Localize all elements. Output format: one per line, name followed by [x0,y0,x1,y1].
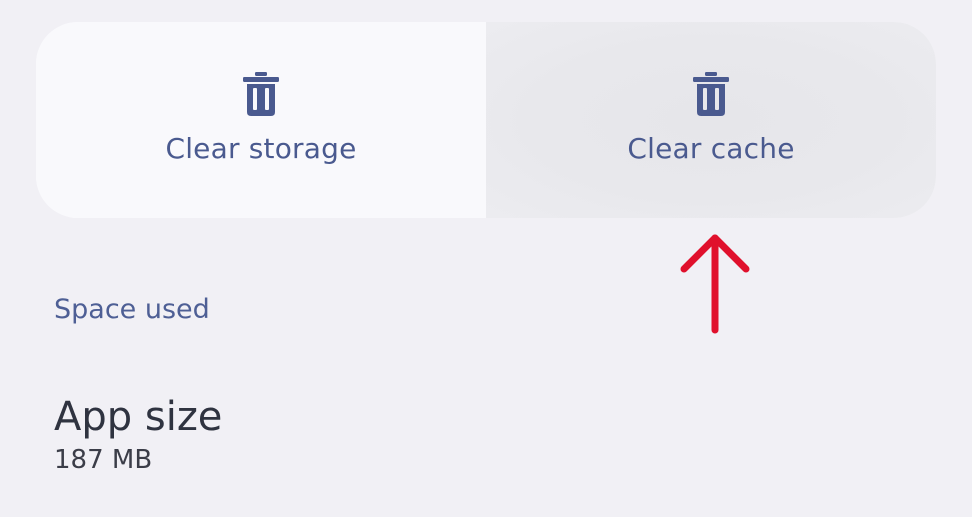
clear-cache-button[interactable]: Clear cache [486,22,936,218]
arrow-up-icon [680,234,750,334]
trash-icon [241,70,281,118]
trash-icon [691,70,731,118]
storage-actions-card: Clear storage Clear cache [36,22,936,218]
clear-cache-label: Clear cache [627,132,795,165]
space-used-heading: Space used [54,294,210,325]
clear-storage-label: Clear storage [165,132,357,165]
app-size-row[interactable]: App size 187 MB [54,393,222,476]
clear-storage-button[interactable]: Clear storage [36,22,486,218]
app-size-value: 187 MB [54,445,153,475]
app-size-label: App size [54,394,223,440]
